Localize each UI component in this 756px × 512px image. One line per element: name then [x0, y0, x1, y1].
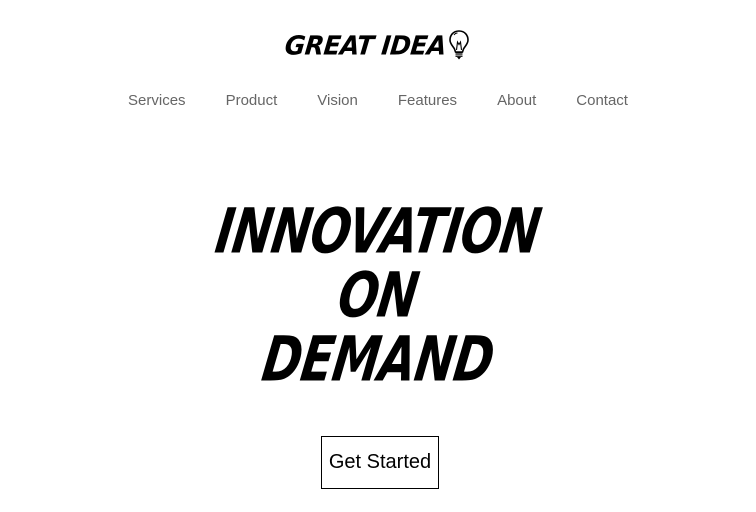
nav-item-about[interactable]: About [477, 91, 556, 111]
nav-item-features[interactable]: Features [378, 91, 477, 111]
nav-item-vision[interactable]: Vision [297, 91, 378, 111]
lightbulb-icon [447, 28, 471, 62]
brand-name: GREAT IDEA [283, 29, 448, 61]
nav-item-product[interactable]: Product [206, 91, 298, 111]
hero-line-1: INNOVATION [211, 195, 545, 268]
nav-item-contact[interactable]: Contact [556, 91, 648, 111]
brand-logo[interactable]: GREAT IDEA [0, 28, 756, 62]
main-nav: Services Product Vision Features About C… [0, 91, 756, 111]
hero-line-2: ON [333, 259, 423, 332]
get-started-button[interactable]: Get Started [321, 436, 439, 489]
hero-headline: INNOVATION ON DEMAND [0, 195, 756, 395]
hero-line-3: DEMAND [258, 323, 499, 396]
nav-item-services[interactable]: Services [108, 91, 206, 111]
